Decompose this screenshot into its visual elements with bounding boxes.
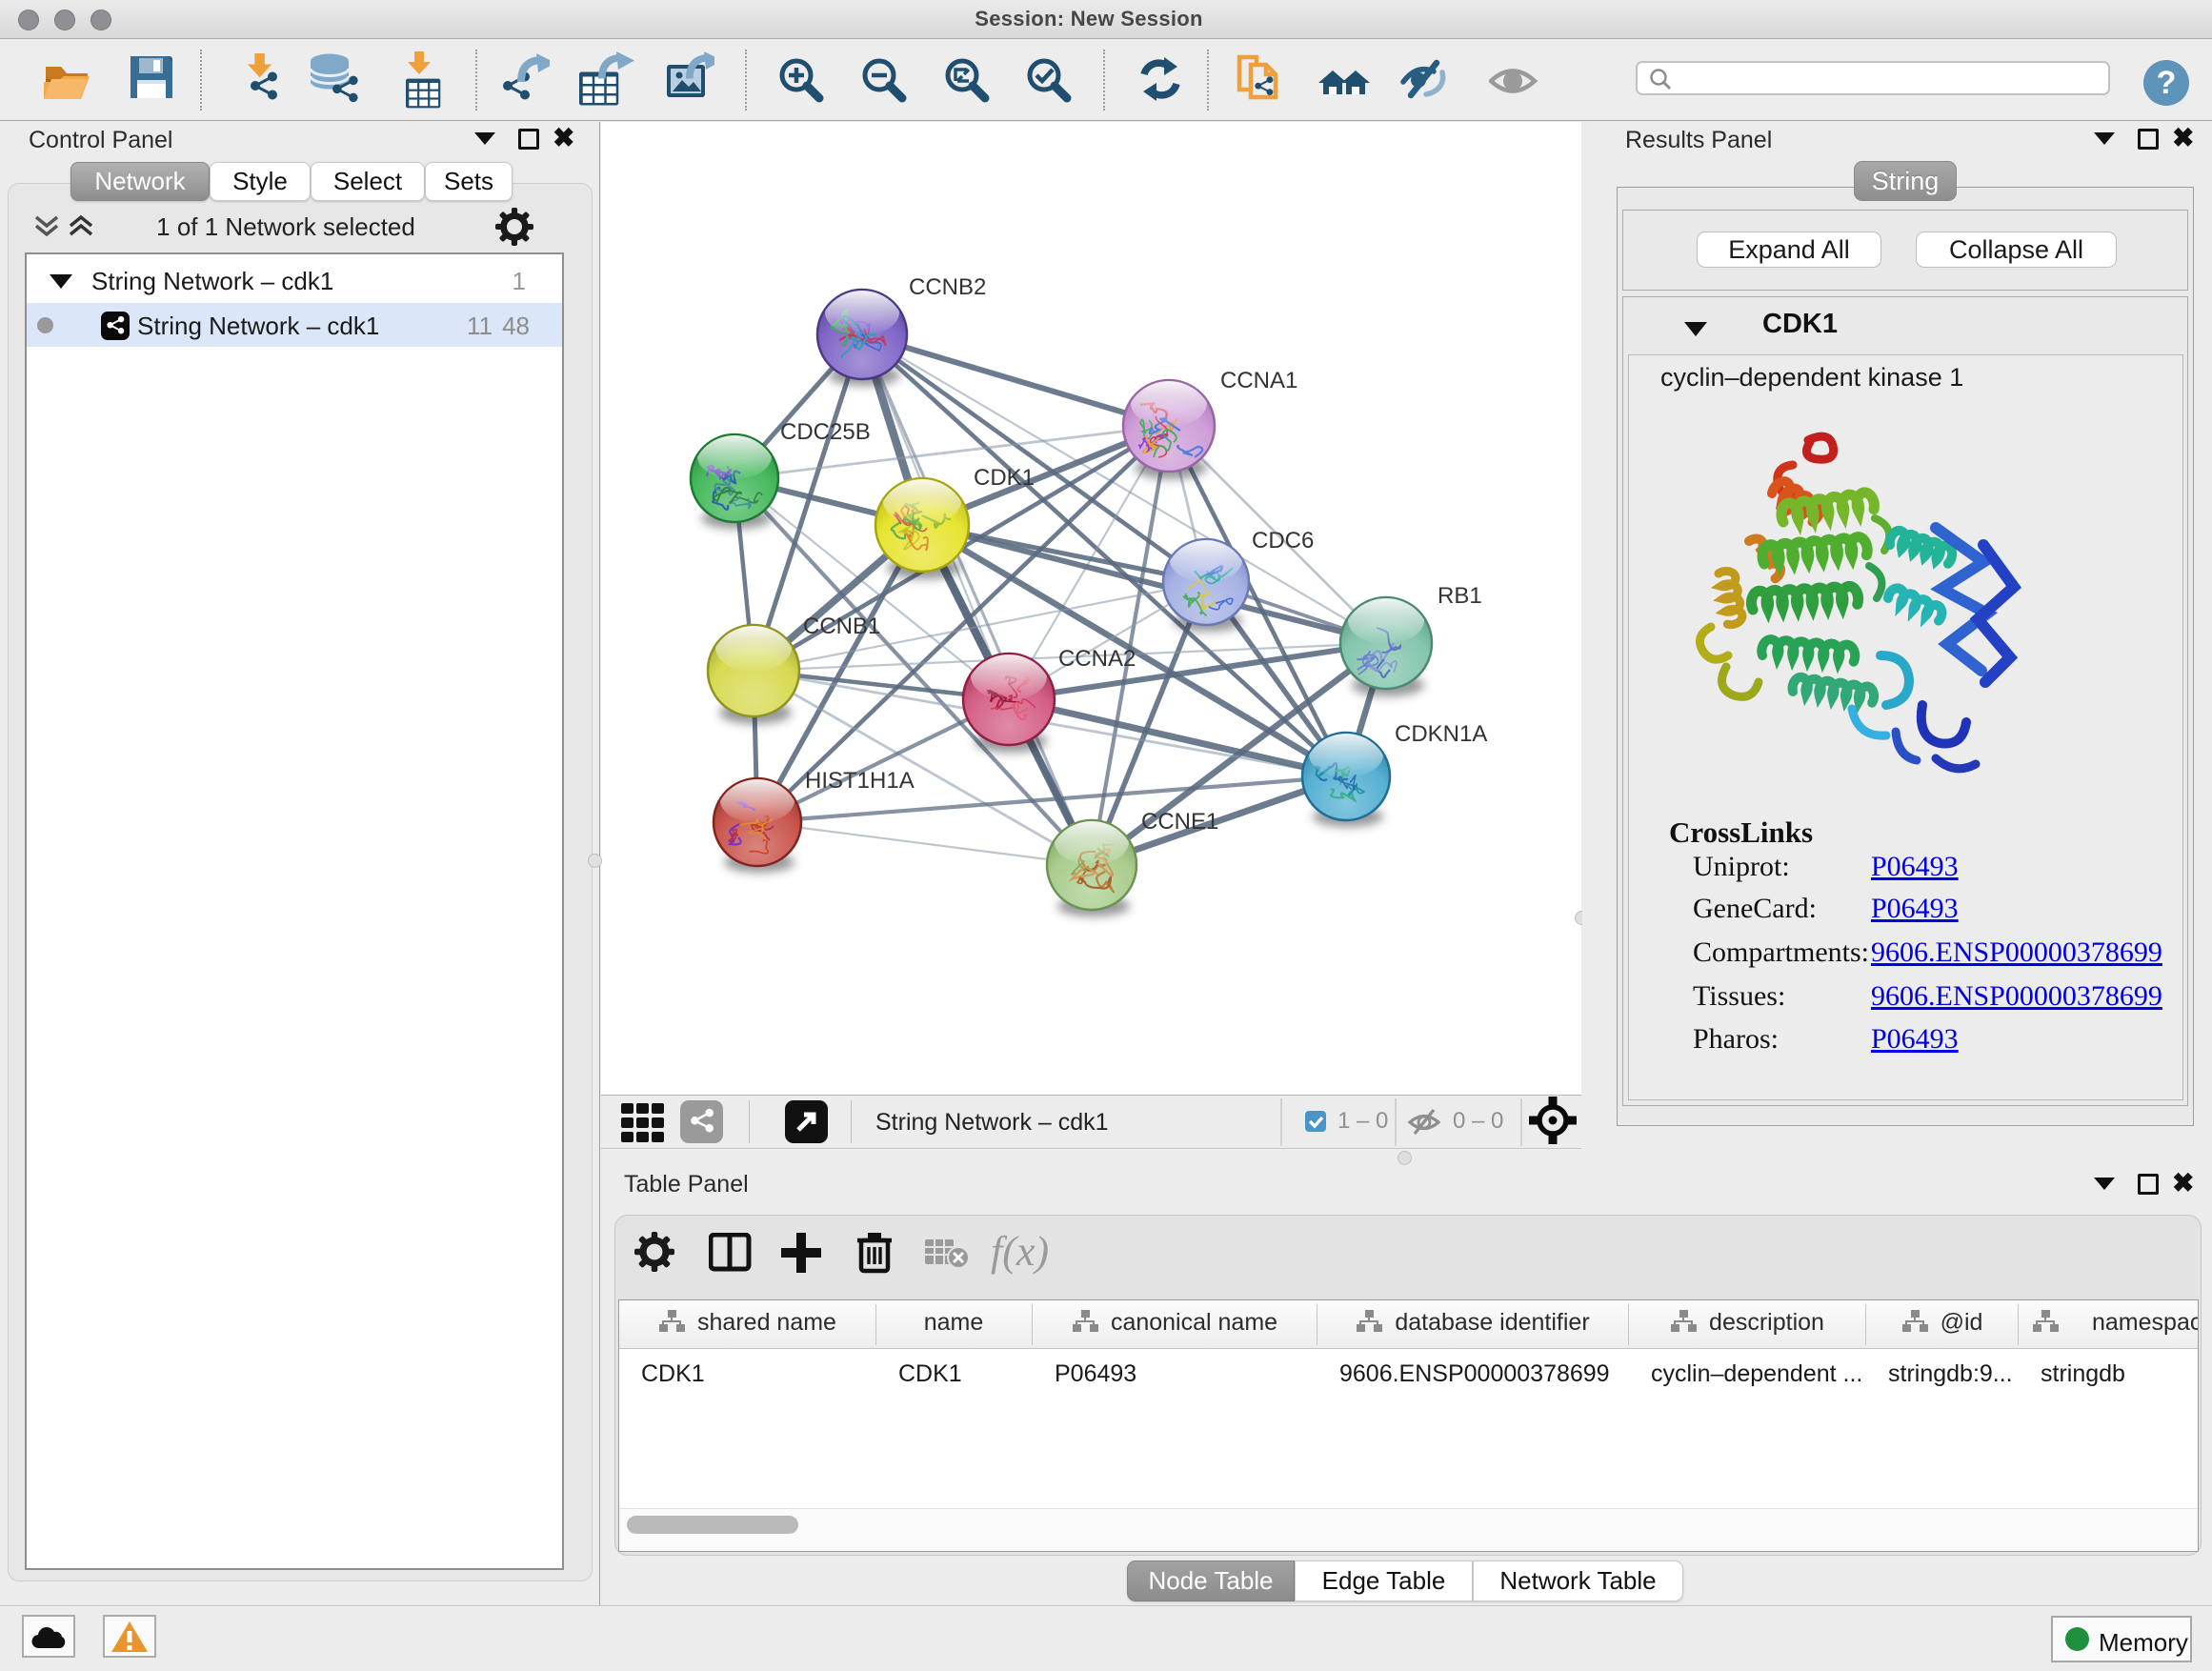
svg-text:CCNB1: CCNB1 (803, 614, 880, 639)
svg-text:CCNB2: CCNB2 (909, 274, 986, 300)
svg-text:CCNE1: CCNE1 (1141, 809, 1218, 835)
svg-text:CDC6: CDC6 (1252, 528, 1314, 554)
svg-text:CCNA1: CCNA1 (1220, 368, 1297, 393)
svg-text:?: ? (2157, 65, 2177, 101)
svg-text:CDKN1A: CDKN1A (1395, 721, 1487, 747)
svg-text:CDK1: CDK1 (974, 465, 1035, 491)
svg-text:HIST1H1A: HIST1H1A (805, 768, 915, 794)
svg-text:CCNA2: CCNA2 (1058, 646, 1136, 672)
svg-text:CDC25B: CDC25B (780, 419, 871, 445)
svg-text:RB1: RB1 (1438, 583, 1482, 609)
